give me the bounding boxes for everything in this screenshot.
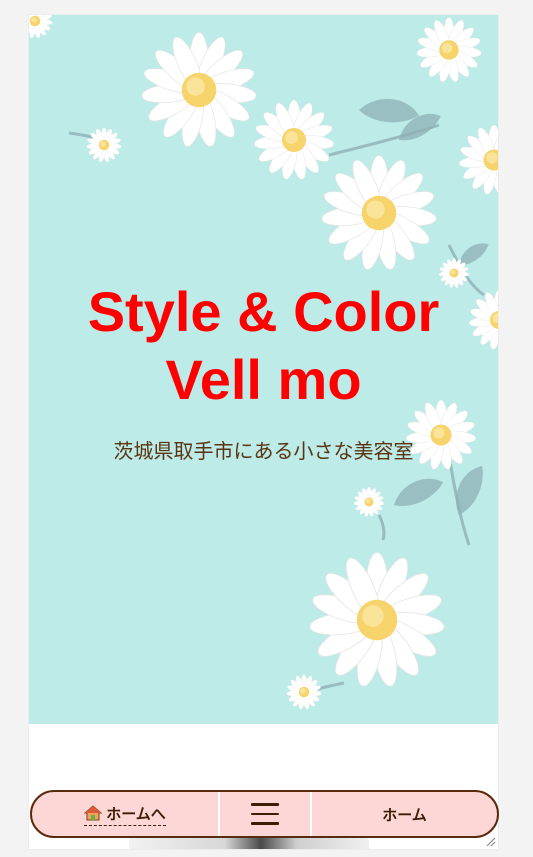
nav-home-label: ホーム — [382, 805, 427, 824]
resize-grip-icon[interactable] — [484, 835, 496, 847]
nav-home-button[interactable]: ホーム — [312, 792, 497, 836]
hamburger-menu-icon — [251, 803, 279, 825]
page: Style & Color Vell mo 茨城県取手市にある小さな美容室 — [29, 15, 498, 849]
menu-toggle-button[interactable] — [220, 792, 312, 836]
site-tagline: 茨城県取手市にある小さな美容室 — [113, 439, 414, 463]
nav-home-link-cell[interactable]: ホームへ — [32, 792, 220, 836]
house-icon — [84, 805, 103, 821]
site-title-line-2: Vell mo — [165, 348, 362, 411]
site-title-line-1: Style & Color — [87, 280, 440, 343]
home-link-label: ホームへ — [106, 804, 166, 823]
site-title: Style & Color Vell mo — [29, 278, 498, 414]
hero-banner: Style & Color Vell mo 茨城県取手市にある小さな美容室 — [29, 15, 498, 724]
bottom-navigation-bar: ホームへ ホーム — [30, 790, 499, 838]
home-link[interactable]: ホームへ — [84, 803, 166, 826]
